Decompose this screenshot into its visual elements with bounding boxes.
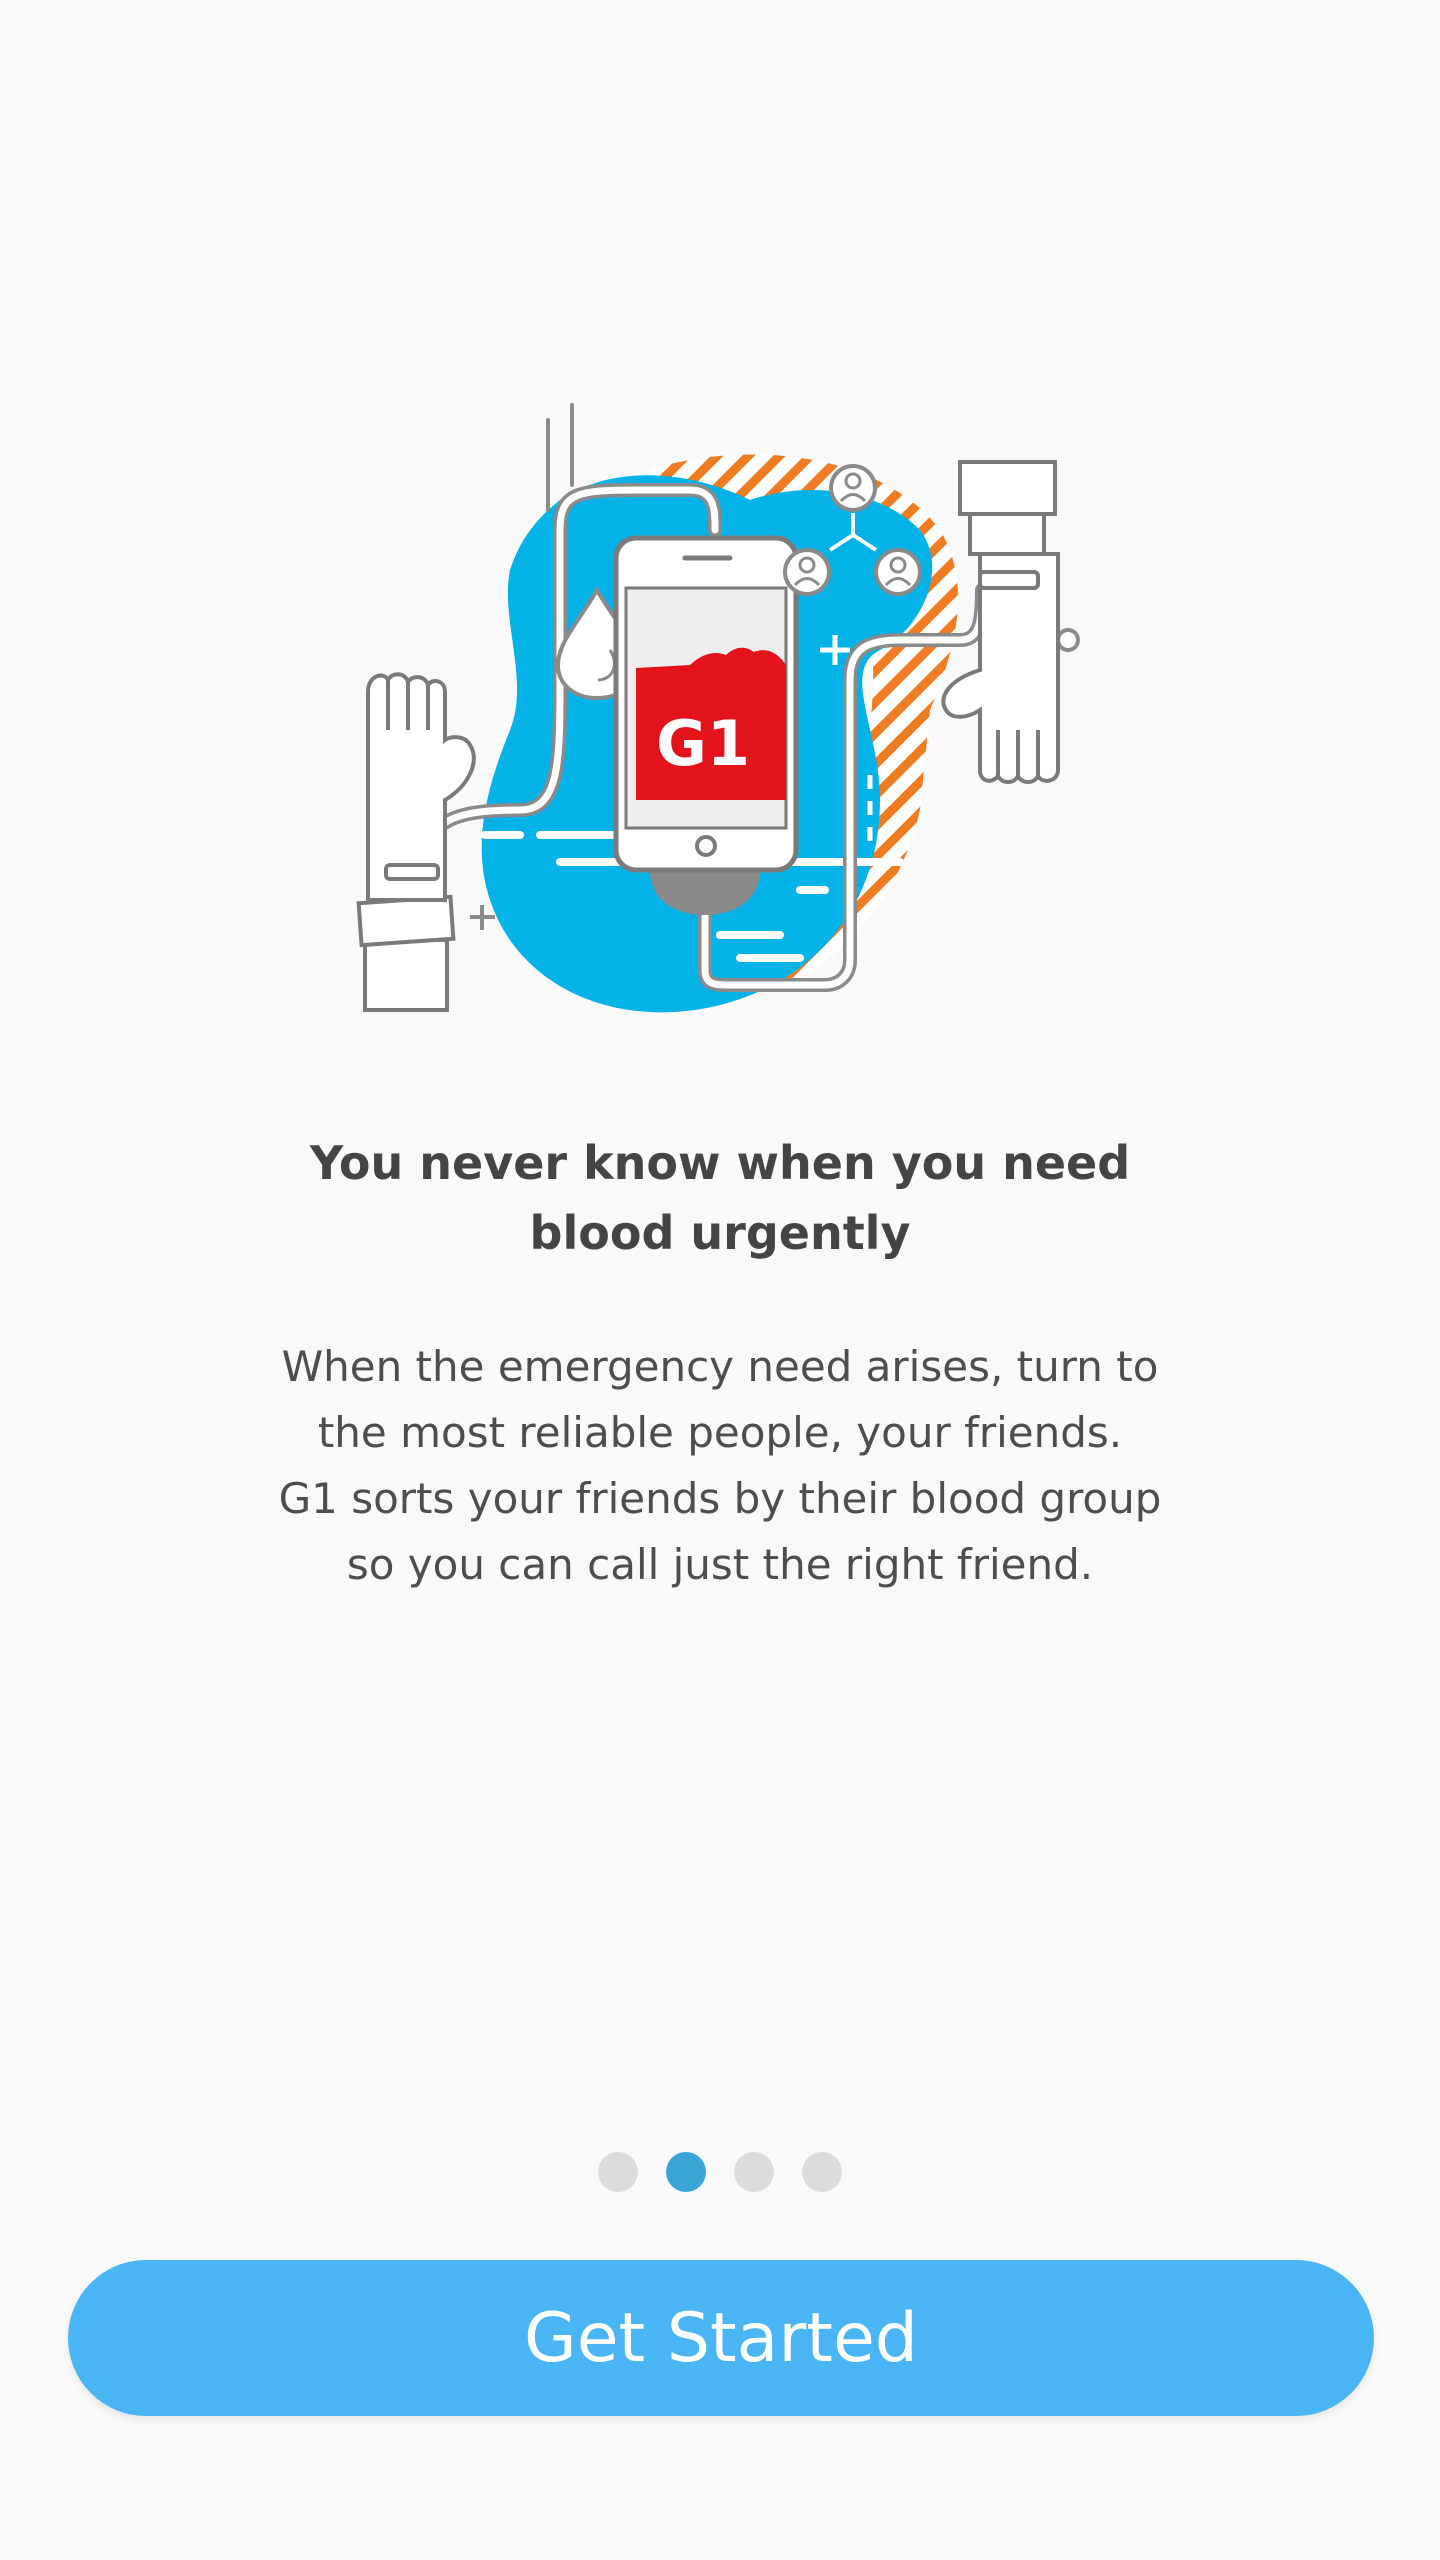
page-dot-3[interactable] [734, 2152, 774, 2192]
blood-donation-phone-illustration: G1 [356, 403, 1080, 1013]
small-circle [1056, 628, 1080, 652]
page-dot-4[interactable] [802, 2152, 842, 2192]
page-dot-2-active[interactable] [666, 2152, 706, 2192]
plus-sign-gray-icon [470, 905, 495, 930]
description-line: When the emergency need arises, turn to [281, 1342, 1159, 1391]
description-line: G1 sorts your friends by their blood gro… [278, 1474, 1162, 1523]
headline-line: blood urgently [529, 1206, 911, 1260]
onboarding-illustration: G1 [320, 380, 1120, 1040]
left-arm-icon [356, 672, 476, 1012]
description-line: the most reliable people, your friends. [317, 1408, 1123, 1457]
g1-logo-text: G1 [656, 707, 750, 780]
phone-icon: G1 [613, 535, 799, 873]
headline-line: You never know when you need [309, 1136, 1131, 1190]
description-line: so you can call just the right friend. [346, 1540, 1094, 1589]
onboarding-headline: You never know when you need blood urgen… [220, 1128, 1220, 1268]
get-started-button[interactable]: Get Started [68, 2260, 1374, 2416]
right-arm-icon [941, 460, 1060, 784]
onboarding-description: When the emergency need arises, turn to … [200, 1334, 1240, 1598]
page-indicator [0, 2152, 1440, 2192]
page-dot-1[interactable] [598, 2152, 638, 2192]
